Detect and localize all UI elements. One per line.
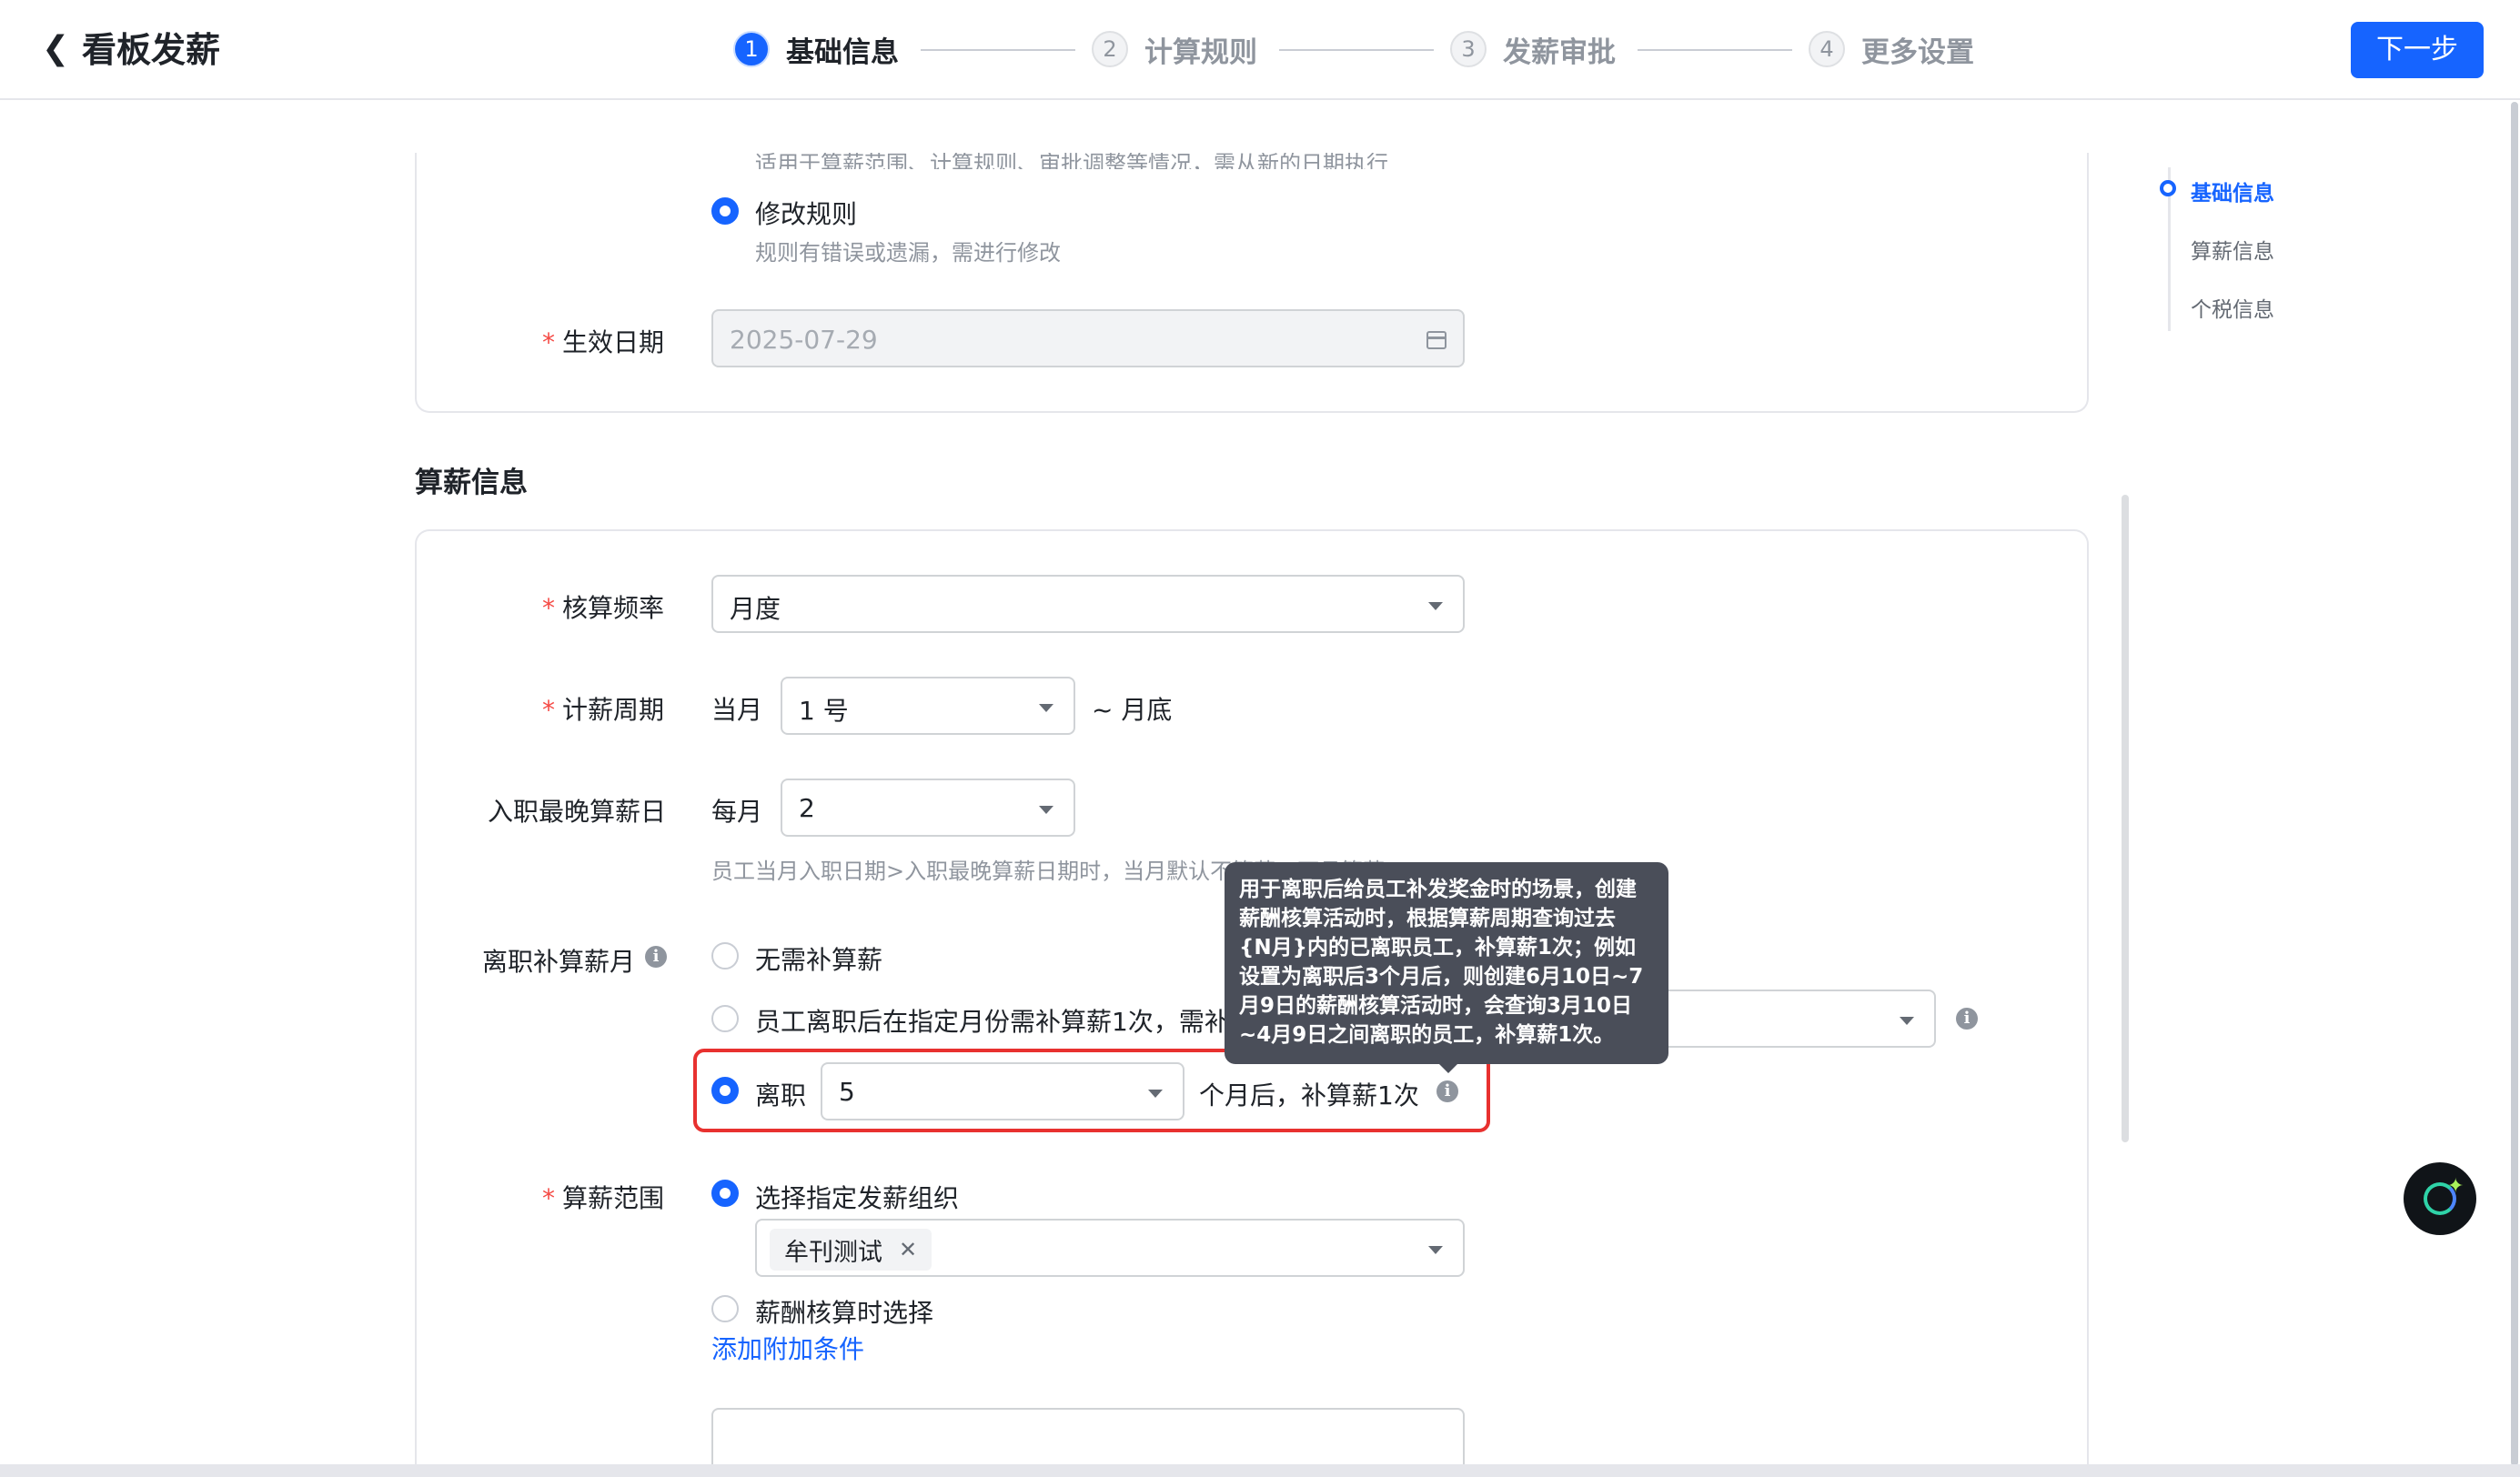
sparkle-icon: ✦: [2447, 1175, 2465, 1198]
org-tag: 牟刊测试 ✕: [770, 1229, 932, 1271]
scope-at-calc-label: 薪酬核算时选择: [755, 1298, 934, 1328]
tooltip-arrow: [1437, 1062, 1459, 1073]
resign-months-value: 5: [839, 1077, 855, 1107]
resign-after-prefix: 离职: [755, 1080, 807, 1110]
anchor-tax-info[interactable]: 个税信息: [2191, 292, 2274, 323]
frequency-value: 月度: [730, 594, 781, 624]
scope-at-calc-radio[interactable]: [711, 1295, 739, 1322]
pay-period-suffix: ~ 月底: [1092, 695, 1173, 725]
resign-supplement-label: 离职补算薪月: [482, 947, 636, 977]
pay-period-start-value: 1 号: [799, 696, 849, 726]
chevron-down-icon: [1428, 602, 1443, 610]
info-icon[interactable]: i: [1436, 1080, 1458, 1102]
payroll-scope-label: * 算薪范围: [542, 1183, 665, 1213]
info-icon[interactable]: i: [1956, 1008, 1978, 1030]
resign-none-radio[interactable]: [711, 942, 739, 970]
chevron-down-icon: [1148, 1090, 1163, 1098]
next-field-select[interactable]: [711, 1408, 1465, 1472]
step-connector: [921, 49, 1075, 51]
modify-rule-label: 修改规则: [755, 199, 858, 229]
page-scrollbar[interactable]: [2511, 102, 2518, 1466]
ai-assistant-button[interactable]: ✦: [2404, 1162, 2476, 1235]
org-tag-label: 牟刊测试: [784, 1238, 882, 1267]
step-connector: [1279, 49, 1434, 51]
step-connector: [1638, 49, 1792, 51]
latest-join-label: 入职最晚算薪日: [488, 797, 667, 827]
tooltip-line: 月9日的薪酬核算活动时，会查询3月10日: [1239, 994, 1633, 1018]
payroll-section-title: 算薪信息: [415, 467, 528, 499]
tooltip-line: {N月}内的已离职员工，补算薪1次；例如: [1239, 936, 1637, 960]
step-number: 2: [1092, 31, 1128, 67]
resign-specified-month-radio[interactable]: [711, 1005, 739, 1032]
top-header: ❮ 看板发薪 1 基础信息 2 计算规则 3 发薪审批 4 更多设置 下一步: [0, 0, 2520, 100]
resign-after-suffix: 个月后，补算薪1次: [1199, 1080, 1419, 1110]
scope-org-select[interactable]: 牟刊测试 ✕: [755, 1219, 1465, 1277]
step-pay-approval[interactable]: 3 发薪审批: [1450, 29, 1616, 69]
page-title: 看板发薪: [82, 30, 221, 70]
step-number: 3: [1450, 31, 1487, 67]
step-label: 更多设置: [1861, 35, 1974, 69]
tooltip-line: 薪酬核算活动时，根据算薪周期查询过去: [1239, 907, 1616, 930]
pay-period-start-select[interactable]: 1 号: [781, 677, 1075, 735]
anchor-basic-info[interactable]: 基础信息: [2191, 176, 2274, 206]
resign-specified-month-label: 员工离职后在指定月份需补算薪1次，需补: [755, 1007, 1230, 1037]
scope-org-label: 选择指定发薪组织: [755, 1183, 960, 1213]
step-calc-rules[interactable]: 2 计算规则: [1092, 29, 1257, 69]
close-icon[interactable]: ✕: [899, 1237, 917, 1262]
chevron-down-icon: [1900, 1017, 1914, 1025]
bottom-bar: [0, 1464, 2520, 1477]
effective-date-label: * 生效日期: [542, 327, 665, 357]
content-scrollbar[interactable]: [2122, 495, 2129, 1142]
step-label: 基础信息: [786, 35, 899, 69]
frequency-label: * 核算频率: [542, 593, 665, 623]
add-condition-link[interactable]: 添加附加条件: [711, 1330, 864, 1366]
info-icon[interactable]: i: [645, 946, 667, 968]
pay-period-prefix: 当月: [711, 695, 763, 725]
step-more-settings[interactable]: 4 更多设置: [1809, 29, 1974, 69]
scroll-mask: [415, 100, 2089, 153]
anchor-payroll-info[interactable]: 算薪信息: [2191, 234, 2274, 265]
tooltip-line: ~4月9日之间离职的员工，补算薪1次。: [1239, 1023, 1615, 1047]
step-basic-info[interactable]: 1 基础信息: [733, 29, 899, 69]
frequency-select[interactable]: 月度: [711, 575, 1465, 633]
chevron-down-icon: [1428, 1246, 1443, 1254]
chevron-down-icon: [1039, 704, 1053, 712]
back-chevron-icon[interactable]: ❮: [42, 33, 69, 65]
latest-join-value: 2: [799, 793, 815, 823]
next-step-button[interactable]: 下一步: [2351, 22, 2484, 78]
resign-info-tooltip: 用于离职后给员工补发奖金时的场景，创建 薪酬核算活动时，根据算薪周期查询过去 {…: [1225, 862, 1668, 1064]
calendar-icon: [1426, 331, 1446, 349]
effective-date-value: 2025-07-29: [730, 325, 878, 355]
tooltip-line: 用于离职后给员工补发奖金时的场景，创建: [1239, 878, 1637, 901]
step-number: 1: [733, 31, 770, 67]
modify-rule-radio[interactable]: [711, 197, 739, 225]
anchor-active-dot: [2160, 180, 2176, 196]
tooltip-line: 设置为离职后3个月后，则创建6月10日~7: [1239, 965, 1644, 989]
scope-org-radio[interactable]: [711, 1180, 739, 1207]
latest-join-prefix: 每月: [711, 797, 763, 827]
step-label: 发薪审批: [1503, 35, 1616, 69]
step-number: 4: [1809, 31, 1845, 67]
resign-months-select[interactable]: 5: [821, 1062, 1184, 1120]
step-label: 计算规则: [1144, 35, 1257, 69]
resign-after-months-radio[interactable]: [711, 1077, 739, 1104]
modify-rule-description: 规则有错误或遗漏，需进行修改: [755, 240, 1061, 266]
effective-date-input[interactable]: 2025-07-29: [711, 309, 1465, 367]
latest-join-select[interactable]: 2: [781, 779, 1075, 837]
chevron-down-icon: [1039, 806, 1053, 814]
pay-period-label: * 计薪周期: [542, 695, 665, 725]
resign-none-label: 无需补算薪: [755, 945, 883, 975]
